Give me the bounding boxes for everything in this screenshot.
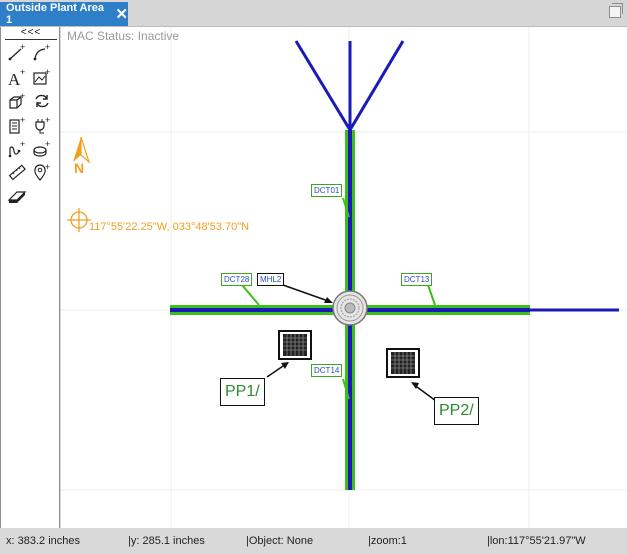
- refresh-icon: [35, 94, 49, 108]
- add-image-tool[interactable]: +: [31, 66, 53, 88]
- refresh-tool[interactable]: [31, 90, 53, 112]
- image-plus-icon: +: [33, 67, 50, 85]
- text-plus-icon: A +: [8, 67, 25, 89]
- duct-label-dct14[interactable]: DCT14: [311, 364, 343, 377]
- crosshair-icon: [67, 208, 91, 232]
- plug-plus-icon: +: [35, 115, 50, 134]
- status-object: |Object: None: [246, 535, 314, 547]
- cube-plus-icon: +: [9, 91, 25, 109]
- close-tab-icon[interactable]: ✕: [115, 7, 128, 22]
- branch-line-left[interactable]: [294, 40, 352, 131]
- add-location-tool[interactable]: +: [31, 161, 53, 183]
- north-arrow-icon: [73, 136, 91, 164]
- pp1-arrowhead: [281, 362, 289, 369]
- svg-text:+: +: [45, 139, 50, 149]
- mhl2-leader: [282, 284, 332, 303]
- disc-plus-icon: +: [33, 139, 50, 157]
- add-line-tool[interactable]: +: [6, 41, 28, 63]
- eraser-tool[interactable]: [6, 184, 28, 206]
- status-lon: |lon:117°55'21.97"W: [487, 535, 586, 547]
- svg-text:+: +: [20, 115, 25, 125]
- pp2-label[interactable]: PP2/: [434, 397, 479, 425]
- status-zoom: |zoom:1: [368, 535, 407, 547]
- north-label: N: [74, 160, 84, 176]
- tab-title: Outside Plant Area 1: [6, 2, 105, 26]
- measure-tool[interactable]: [6, 161, 28, 183]
- ruler-icon: [8, 164, 26, 181]
- cabinet-plus-icon: +: [9, 115, 25, 134]
- status-x: x: 383.2 inches: [6, 535, 80, 547]
- eraser-icon: [7, 191, 27, 203]
- arc-plus-icon: +: [33, 42, 50, 61]
- add-arc-tool[interactable]: +: [31, 41, 53, 63]
- tab-outside-plant-area-1[interactable]: Outside Plant Area 1 ✕: [0, 2, 128, 26]
- status-y: |y: 285.1 inches: [128, 535, 205, 547]
- add-route-tool[interactable]: +: [6, 138, 28, 160]
- add-disc-tool[interactable]: +: [31, 138, 53, 160]
- restore-window-icon[interactable]: [609, 3, 623, 18]
- duct-label-dct01[interactable]: DCT01: [311, 184, 343, 197]
- location-plus-icon: +: [34, 162, 50, 181]
- tab-bar: Outside Plant Area 1 ✕: [0, 0, 627, 27]
- route-plus-icon: +: [8, 139, 25, 158]
- svg-text:+: +: [20, 42, 25, 52]
- add-cabinet-tool[interactable]: +: [6, 114, 28, 136]
- tool-palette: <<< + + A + + + + + + + +: [0, 27, 60, 528]
- manhole-label-mhl2[interactable]: MHL2: [257, 273, 285, 286]
- add-object-tool[interactable]: +: [6, 90, 28, 112]
- dct13-leader: [427, 284, 436, 306]
- svg-text:+: +: [45, 67, 50, 77]
- duct-label-dct28[interactable]: DCT28: [221, 273, 253, 286]
- dct28-leader: [241, 284, 260, 306]
- line-plus-icon: +: [8, 42, 25, 61]
- add-text-tool[interactable]: A +: [6, 66, 28, 89]
- svg-text:+: +: [20, 139, 25, 149]
- status-bar: x: 383.2 inches |y: 285.1 inches |Object…: [0, 528, 627, 554]
- grid: [61, 27, 627, 528]
- pp2-handhole-icon[interactable]: [386, 348, 420, 378]
- svg-text:+: +: [20, 91, 25, 101]
- svg-text:+: +: [45, 115, 50, 125]
- pp1-handhole-icon[interactable]: [278, 330, 312, 360]
- collapse-toolbar-button[interactable]: <<<: [5, 27, 57, 40]
- branch-line-right[interactable]: [348, 40, 405, 131]
- pp1-label[interactable]: PP1/: [220, 378, 265, 406]
- mac-status-label: MAC Status: Inactive: [67, 29, 180, 43]
- svg-text:+: +: [45, 42, 50, 52]
- svg-text:+: +: [45, 162, 50, 172]
- coordinate-readout: 117°55'22.25"W, 033°48'53.70"N: [89, 221, 250, 233]
- drawing-canvas[interactable]: N MAC Status: Inactive 117°55'22.25"W, 0…: [61, 27, 627, 528]
- manhole-icon[interactable]: [332, 290, 368, 326]
- map-drawing: N: [61, 27, 627, 528]
- duct-label-dct13[interactable]: DCT13: [401, 273, 433, 286]
- svg-text:+: +: [20, 67, 25, 77]
- add-plug-tool[interactable]: +: [31, 114, 53, 136]
